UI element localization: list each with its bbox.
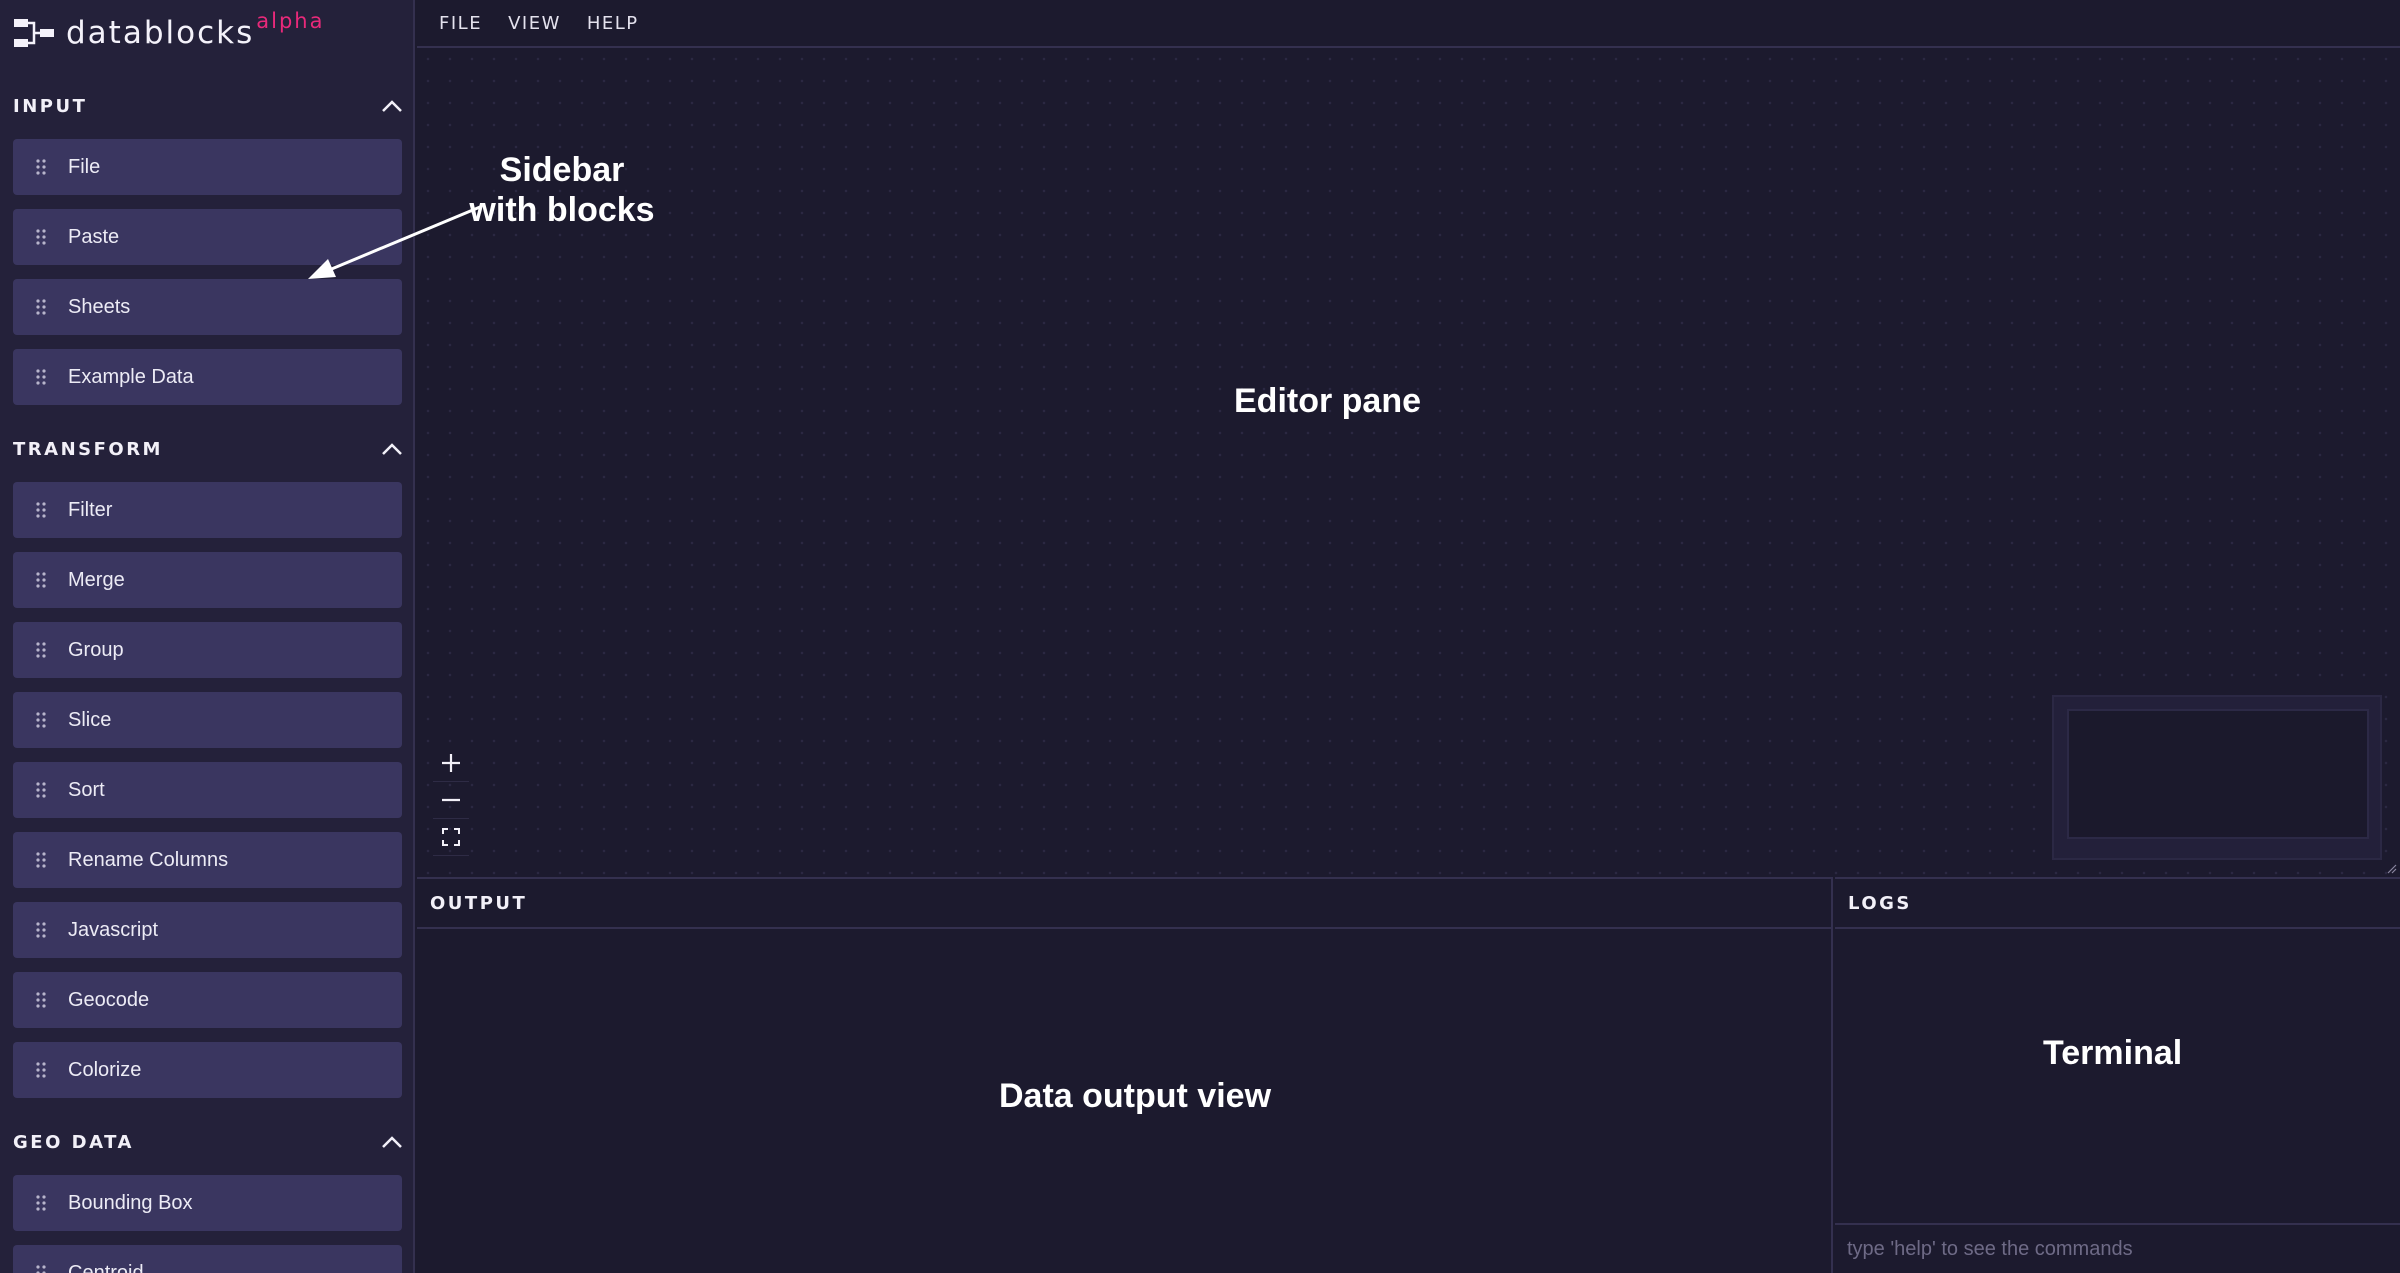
terminal-input[interactable] (1835, 1223, 2400, 1273)
block-label: Geocode (68, 988, 150, 1011)
block-slice[interactable]: Slice (13, 692, 402, 748)
alpha-badge: alpha (256, 9, 325, 33)
block-label: Sort (68, 778, 105, 801)
app-window: datablocks alpha INPUT File Paste Sheets… (0, 0, 2400, 1273)
sidebar: datablocks alpha INPUT File Paste Sheets… (0, 0, 415, 1273)
editor-canvas[interactable]: Editor pane (417, 48, 2400, 877)
block-label: Centroid (68, 1261, 144, 1273)
block-rename-columns[interactable]: Rename Columns (13, 832, 402, 888)
drag-handle-icon[interactable] (35, 368, 47, 386)
logs-title: LOGS (1848, 892, 1912, 914)
logs-panel: LOGS Terminal (1835, 877, 2400, 1273)
block-label: Slice (68, 708, 112, 731)
resize-handle-icon[interactable] (2385, 862, 2397, 874)
section-title: INPUT (13, 95, 88, 117)
output-annotation: Data output view (999, 1077, 1272, 1115)
section-header-input[interactable]: INPUT (13, 91, 403, 121)
logo: datablocks alpha (12, 9, 325, 56)
drag-handle-icon[interactable] (35, 571, 47, 589)
drag-handle-icon[interactable] (35, 781, 47, 799)
menu-bar: FILE VIEW HELP (417, 0, 2400, 48)
zoom-controls (433, 745, 469, 856)
plus-icon (442, 754, 460, 772)
block-bounding-box[interactable]: Bounding Box (13, 1175, 402, 1231)
terminal-annotation: Terminal (2043, 1034, 2183, 1072)
menu-help[interactable]: HELP (587, 13, 639, 34)
block-sort[interactable]: Sort (13, 762, 402, 818)
block-label: Javascript (68, 918, 159, 941)
zoom-out-button[interactable] (433, 782, 469, 819)
block-centroid[interactable]: Centroid (13, 1245, 402, 1273)
minus-icon (442, 798, 460, 802)
fit-view-button[interactable] (433, 819, 469, 856)
output-header: OUTPUT (417, 879, 1831, 929)
block-example-data[interactable]: Example Data (13, 349, 402, 405)
drag-handle-icon[interactable] (35, 1264, 47, 1273)
drag-handle-icon[interactable] (35, 228, 47, 246)
minimap-viewport[interactable] (2067, 709, 2369, 839)
block-label: Sheets (68, 295, 131, 318)
block-label: Paste (68, 225, 120, 248)
output-panel: OUTPUT Data output view (417, 877, 1833, 1273)
block-merge[interactable]: Merge (13, 552, 402, 608)
menu-view[interactable]: VIEW (508, 13, 561, 34)
sidebar-annotation: Sidebar with blocks (469, 151, 655, 229)
block-label: Rename Columns (68, 848, 229, 871)
block-label: Merge (68, 568, 125, 591)
block-label: Group (68, 638, 124, 661)
block-label: Colorize (68, 1058, 142, 1081)
block-label: Filter (68, 498, 113, 521)
output-title: OUTPUT (430, 892, 528, 914)
drag-handle-icon[interactable] (35, 641, 47, 659)
minimap[interactable] (2052, 695, 2382, 860)
app-name: datablocks (66, 15, 255, 51)
chevron-up-icon[interactable] (381, 442, 403, 456)
block-sheets[interactable]: Sheets (13, 279, 402, 335)
section-title: GEO DATA (13, 1131, 134, 1153)
fit-view-icon (442, 828, 460, 846)
editor-pane-annotation: Editor pane (1234, 382, 1422, 420)
block-label: File (68, 155, 101, 178)
section-header-geo-data[interactable]: GEO DATA (13, 1127, 403, 1157)
block-file[interactable]: File (13, 139, 402, 195)
drag-handle-icon[interactable] (35, 851, 47, 869)
logs-header: LOGS (1835, 879, 2400, 929)
drag-handle-icon[interactable] (35, 711, 47, 729)
section-title: TRANSFORM (13, 438, 163, 460)
drag-handle-icon[interactable] (35, 1061, 47, 1079)
chevron-up-icon[interactable] (381, 99, 403, 113)
block-javascript[interactable]: Javascript (13, 902, 402, 958)
drag-handle-icon[interactable] (35, 501, 47, 519)
chevron-up-icon[interactable] (381, 1135, 403, 1149)
drag-handle-icon[interactable] (35, 1194, 47, 1212)
block-label: Bounding Box (68, 1191, 193, 1214)
zoom-in-button[interactable] (433, 745, 469, 782)
annotation-arrow-icon (308, 205, 481, 279)
block-filter[interactable]: Filter (13, 482, 402, 538)
block-geocode[interactable]: Geocode (13, 972, 402, 1028)
drag-handle-icon[interactable] (35, 991, 47, 1009)
block-colorize[interactable]: Colorize (13, 1042, 402, 1098)
drag-handle-icon[interactable] (35, 921, 47, 939)
datablocks-logo-icon (14, 19, 54, 47)
section-header-transform[interactable]: TRANSFORM (13, 434, 403, 464)
block-label: Example Data (68, 365, 194, 388)
block-group[interactable]: Group (13, 622, 402, 678)
menu-file[interactable]: FILE (439, 13, 482, 34)
drag-handle-icon[interactable] (35, 158, 47, 176)
drag-handle-icon[interactable] (35, 298, 47, 316)
